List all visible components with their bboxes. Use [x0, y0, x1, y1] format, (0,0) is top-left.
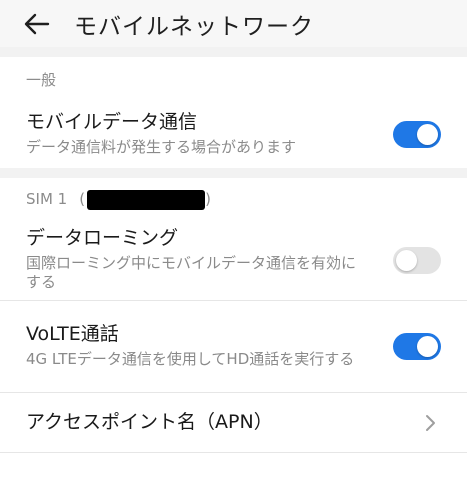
mobile-data-row[interactable]: モバイルデータ通信 データ通信料が発生する場合があります	[0, 100, 467, 168]
apn-row[interactable]: アクセスポイント名（APN）	[0, 393, 467, 453]
page-title: モバイルネットワーク	[74, 13, 314, 40]
volte-row[interactable]: VoLTE通話 4G LTEデータ通信を使用してHD通話を実行する	[0, 301, 467, 393]
section-gap	[0, 168, 467, 178]
sim-label: SIM 1	[26, 190, 68, 208]
sim-close-paren: )	[205, 190, 211, 208]
section-gap	[0, 47, 467, 57]
volte-subtitle: 4G LTEデータ通信を使用してHD通話を実行する	[26, 350, 355, 369]
volte-title: VoLTE通話	[26, 323, 119, 346]
back-button[interactable]	[22, 9, 52, 39]
data-roaming-title: データローミング	[26, 227, 179, 250]
mobile-data-subtitle: データ通信料が発生する場合があります	[26, 137, 297, 156]
chevron-right-icon	[426, 414, 435, 431]
mobile-network-screen: モバイルネットワーク 一般 モバイルデータ通信 データ通信料が発生する場合があり…	[0, 0, 467, 480]
app-bar: モバイルネットワーク	[0, 0, 467, 47]
toggle-knob	[417, 336, 438, 357]
data-roaming-toggle[interactable]	[393, 246, 441, 274]
sim-open-paren: (	[79, 190, 86, 208]
redacted-number	[87, 190, 206, 210]
apn-title: アクセスポイント名（APN）	[26, 410, 273, 433]
section-label-general: 一般	[26, 71, 57, 89]
arrow-left-icon	[24, 13, 50, 34]
data-roaming-subtitle: 国際ローミング中にモバイルデータ通信を有効にする	[26, 253, 357, 292]
mobile-data-toggle[interactable]	[393, 120, 441, 148]
toggle-knob	[417, 123, 438, 145]
volte-toggle[interactable]	[393, 333, 441, 360]
section-label-sim: SIM 1 ( )	[0, 178, 467, 220]
toggle-knob	[396, 249, 417, 271]
mobile-data-title: モバイルデータ通信	[26, 110, 198, 133]
data-roaming-row[interactable]: データローミング 国際ローミング中にモバイルデータ通信を有効にする	[0, 220, 467, 301]
